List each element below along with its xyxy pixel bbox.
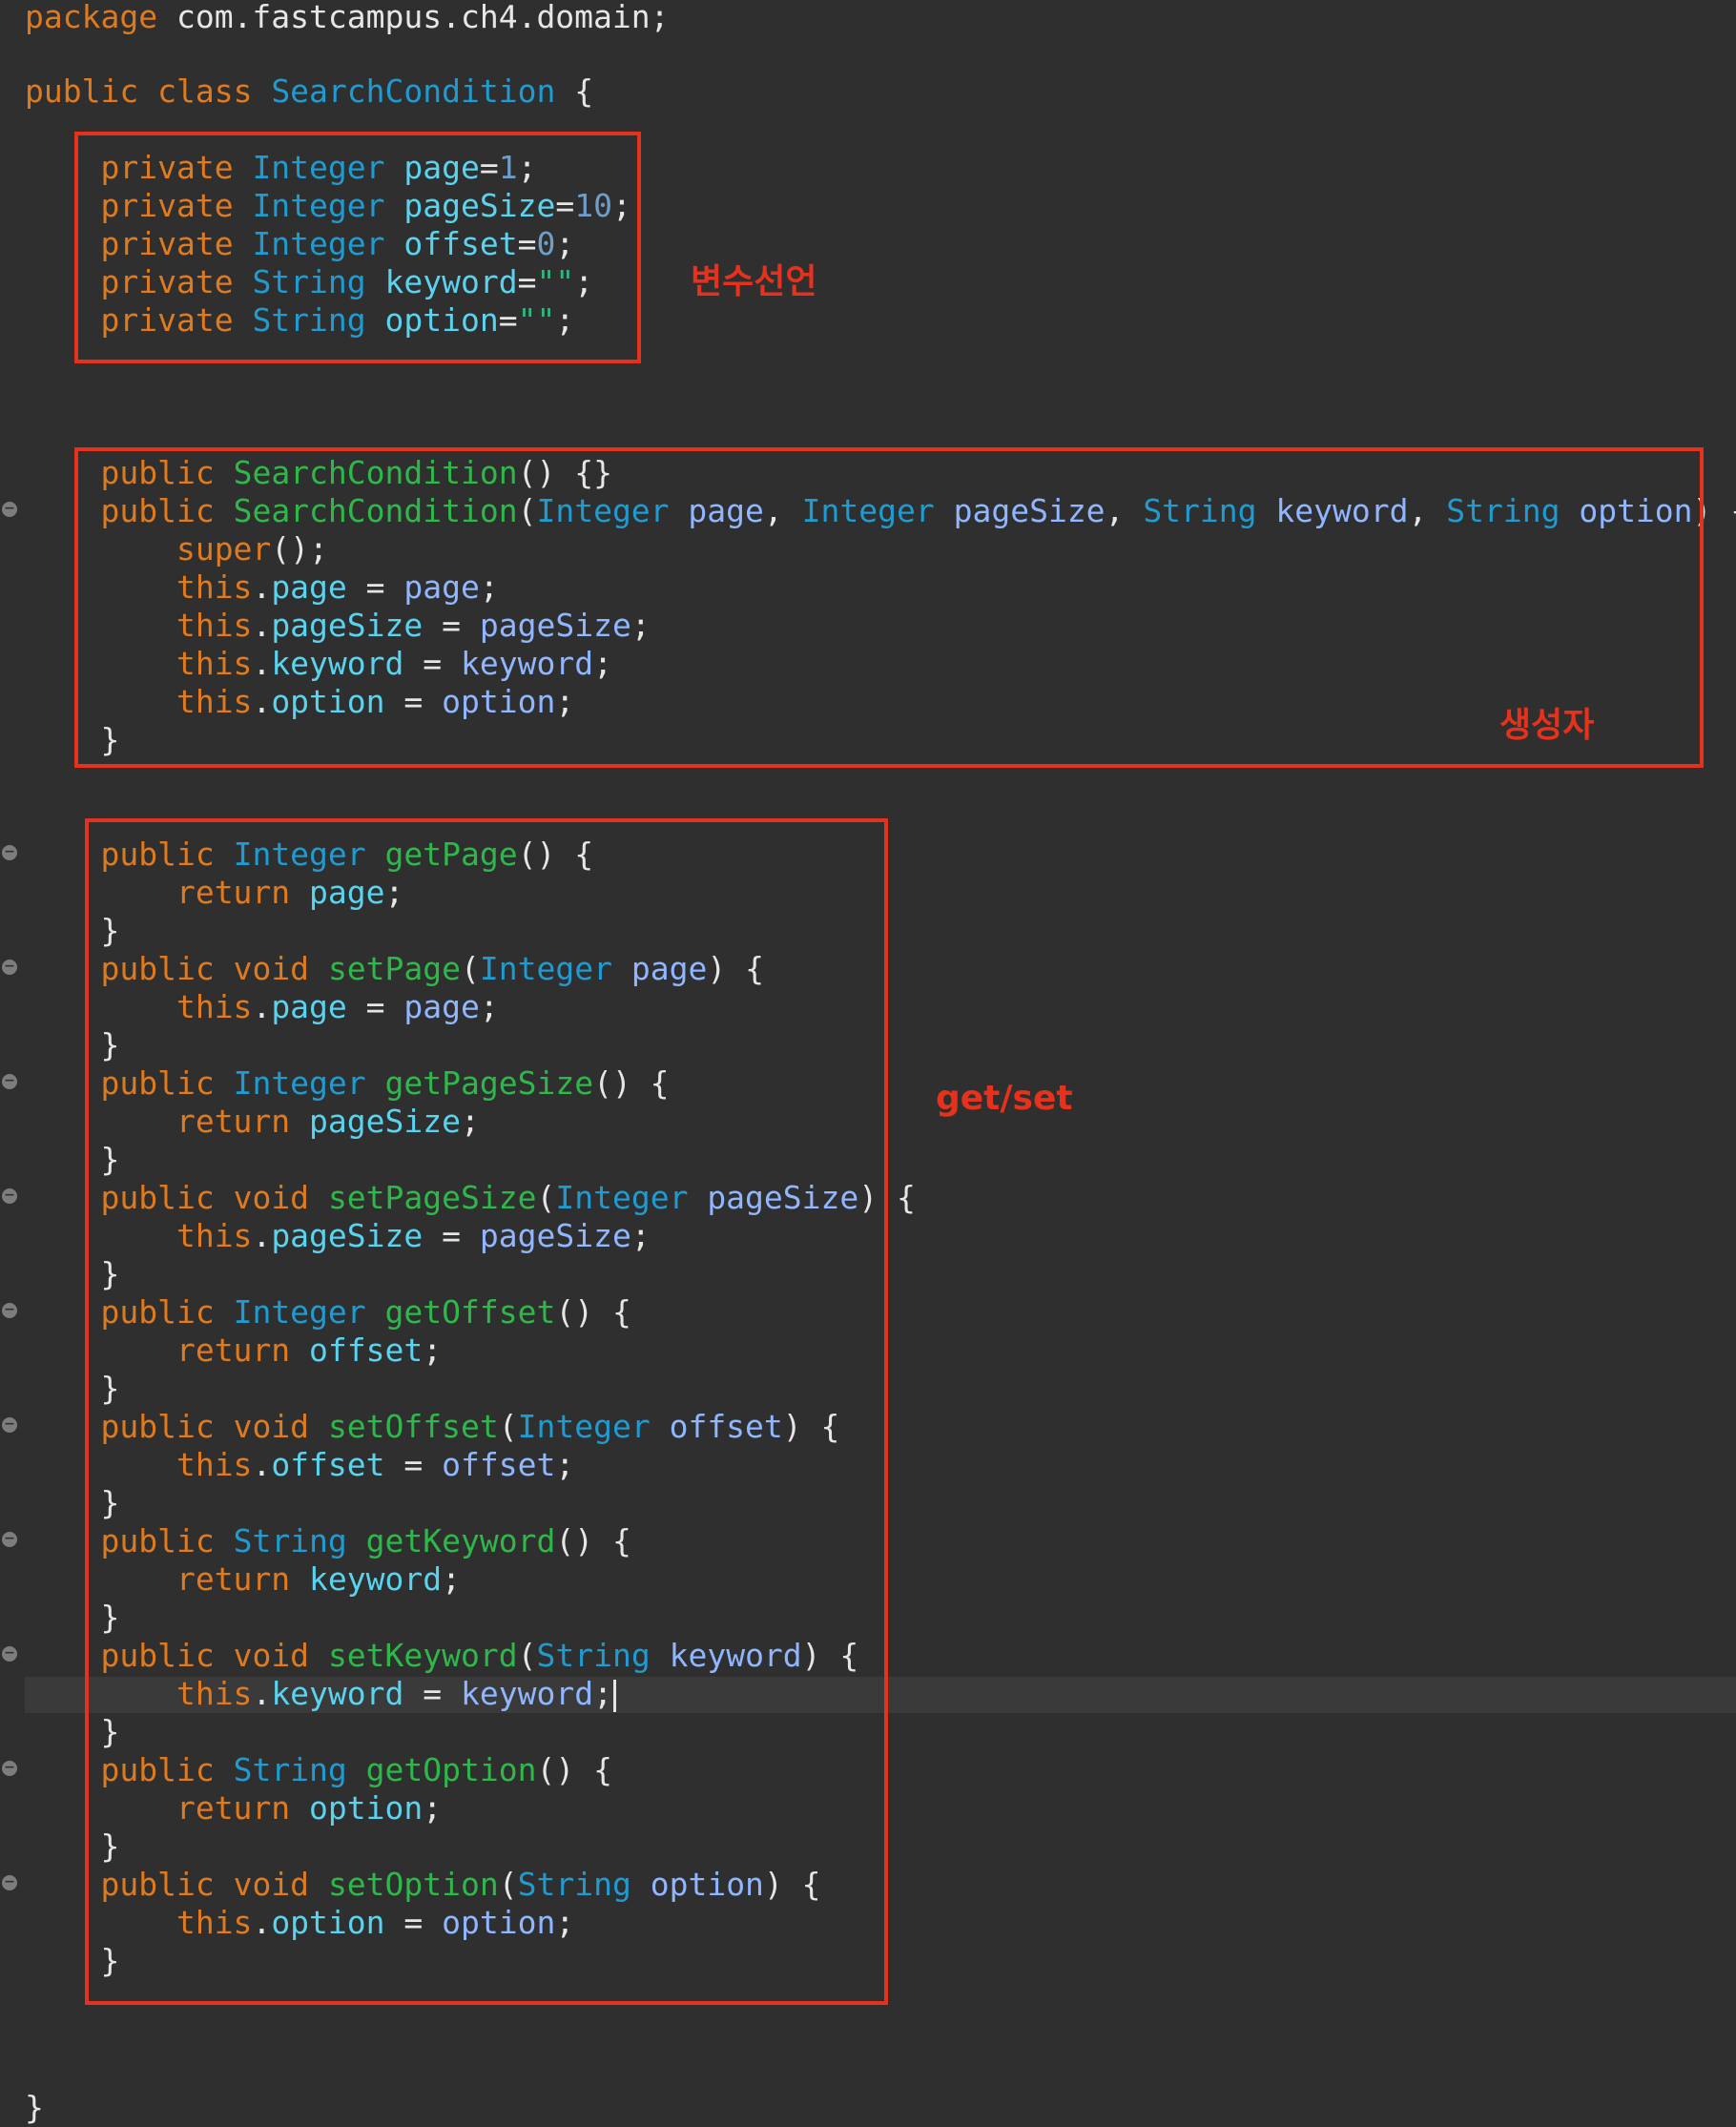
fold-toggle-icon[interactable]: − <box>2 1875 17 1890</box>
fold-toggle-icon[interactable]: − <box>2 1188 17 1204</box>
fields-annotation-label: 변수선언 <box>691 262 817 301</box>
constructor-annotation-box <box>74 447 1704 768</box>
fold-toggle-icon[interactable]: − <box>2 1761 17 1776</box>
accessors-annotation-box <box>85 818 888 2005</box>
fold-toggle-icon[interactable]: − <box>2 845 17 860</box>
accessors-annotation-label: get/set <box>936 1079 1073 1118</box>
fold-toggle-icon[interactable]: − <box>2 1074 17 1089</box>
code-line[interactable]: package com.fastcampus.ch4.domain; <box>25 0 670 36</box>
code-line[interactable]: public class SearchCondition { <box>25 72 593 111</box>
constructor-annotation-label: 생성자 <box>1499 706 1595 745</box>
fold-toggle-icon[interactable]: − <box>2 1417 17 1433</box>
fold-toggle-icon[interactable]: − <box>2 1303 17 1318</box>
fields-annotation-box <box>74 132 641 363</box>
code-line[interactable]: } <box>25 2089 44 2127</box>
code-editor[interactable]: − − − − − − − − − − − package com.fastca… <box>0 0 1736 2126</box>
fold-toggle-icon[interactable]: − <box>2 1646 17 1662</box>
fold-toggle-icon[interactable]: − <box>2 502 17 517</box>
fold-toggle-icon[interactable]: − <box>2 1532 17 1547</box>
fold-toggle-icon[interactable]: − <box>2 960 17 975</box>
